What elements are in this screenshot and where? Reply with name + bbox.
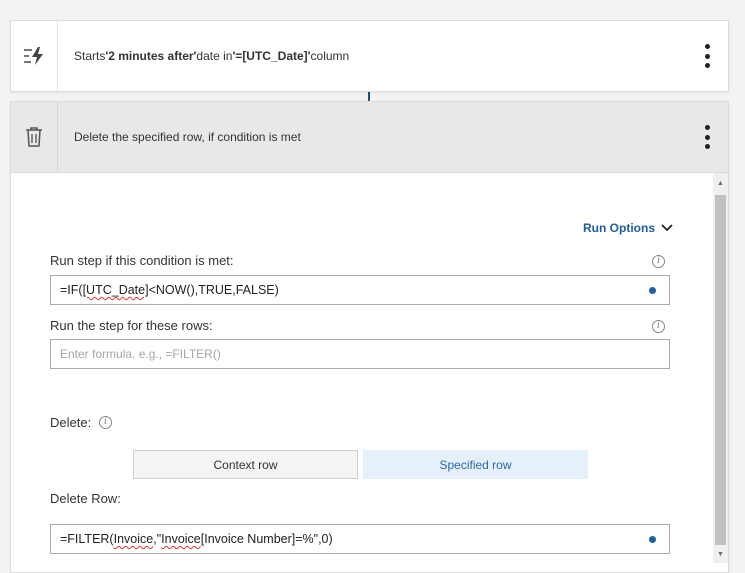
condition-formula-value: =IF([UTC_Date]<NOW(),TRUE,FALSE) xyxy=(60,276,279,304)
info-icon[interactable]: i xyxy=(99,416,112,429)
rows-label: Run the step for these rows: xyxy=(50,318,213,333)
action-more-menu-icon[interactable] xyxy=(702,125,712,149)
scrollbar[interactable]: ▲ ▼ xyxy=(713,173,728,563)
condition-suffix: <NOW(),TRUE,FALSE) xyxy=(148,283,279,297)
chevron-down-icon xyxy=(661,224,673,232)
info-icon[interactable]: i xyxy=(652,320,665,333)
action-icon-cell xyxy=(11,102,58,172)
delete-row-formula-input[interactable]: =FILTER(Invoice,"Invoice[Invoice Number]… xyxy=(50,524,670,554)
delete-row-prefix: =FILTER( xyxy=(60,532,114,546)
condition-prefix: =IF( xyxy=(60,283,83,297)
trigger-offset: '2 minutes after' xyxy=(105,49,197,63)
trash-icon xyxy=(26,127,42,147)
specified-row-option[interactable]: Specified row xyxy=(363,450,588,479)
action-body: Run Options Run step if this condition i… xyxy=(11,173,713,572)
run-options-label: Run Options xyxy=(583,221,655,235)
condition-formula-input[interactable]: =IF([UTC_Date]<NOW(),TRUE,FALSE) xyxy=(50,275,670,305)
info-icon[interactable]: i xyxy=(652,255,665,268)
delete-row-table: Invoice xyxy=(113,532,154,546)
context-row-option[interactable]: Context row xyxy=(133,450,358,479)
status-dot xyxy=(649,287,656,294)
trigger-date-in: date in xyxy=(196,49,233,63)
rows-formula-input[interactable]: Enter formula. e.g., =FILTER() xyxy=(50,339,670,369)
step-connector xyxy=(368,92,370,101)
run-options-toggle[interactable]: Run Options xyxy=(583,221,673,235)
scroll-up-icon[interactable]: ▲ xyxy=(713,176,728,190)
action-title: Delete the specified row, if condition i… xyxy=(74,130,301,144)
trigger-card[interactable]: Starts '2 minutes after' date in '=[UTC_… xyxy=(10,20,729,92)
delete-row-label: Delete Row: xyxy=(50,491,121,506)
trigger-description: Starts '2 minutes after' date in '=[UTC_… xyxy=(74,21,349,91)
scroll-down-icon[interactable]: ▼ xyxy=(713,547,728,561)
trigger-column-word: column xyxy=(310,49,350,63)
trigger-icon-cell xyxy=(11,21,58,91)
delete-row-mid: ," xyxy=(153,532,162,546)
trigger-starts: Starts xyxy=(74,49,106,63)
delete-label: Delete: xyxy=(50,415,92,430)
status-dot xyxy=(649,536,656,543)
rows-formula-placeholder: Enter formula. e.g., =FILTER() xyxy=(60,347,221,361)
trigger-more-menu-icon[interactable] xyxy=(702,44,712,68)
condition-label: Run step if this condition is met: xyxy=(50,253,234,268)
trigger-column: '=[UTC_Date]' xyxy=(232,49,311,63)
delete-row-formula-value: =FILTER(Invoice,"Invoice[Invoice Number]… xyxy=(60,525,333,553)
delete-row-suffix: [Invoice Number]=%",0) xyxy=(200,532,333,546)
action-card: Delete the specified row, if condition i… xyxy=(10,101,729,573)
delete-row-ref: Invoice xyxy=(161,532,201,546)
action-header[interactable]: Delete the specified row, if condition i… xyxy=(11,102,728,173)
condition-ref: [UTC_Date] xyxy=(82,283,149,297)
scroll-thumb[interactable] xyxy=(715,195,726,545)
lightning-icon xyxy=(24,47,43,65)
